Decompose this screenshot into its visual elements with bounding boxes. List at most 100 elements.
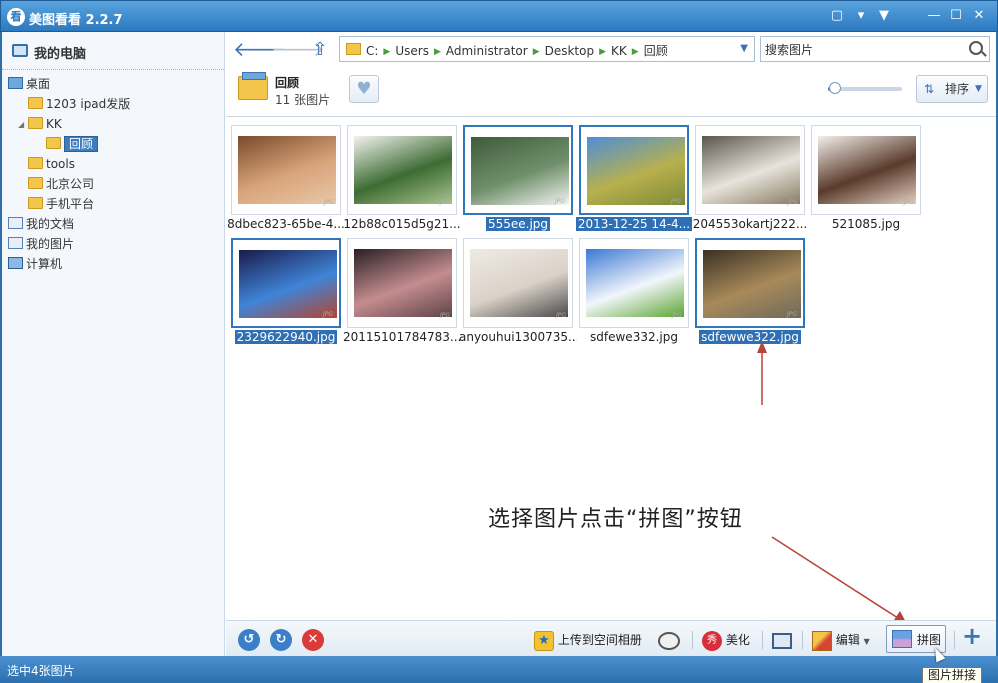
thumbnail-label[interactable]: sdfewwe322.jpg: [691, 330, 809, 344]
thumbnail-label[interactable]: 204553okartj222...: [691, 217, 809, 231]
thumbnail-label[interactable]: 555ee.jpg: [459, 217, 577, 231]
thumbnail-item[interactable]: JPG sdfewwe322.jpg: [695, 238, 805, 348]
beautify-label: 美化: [725, 633, 750, 647]
thumbnail-frame[interactable]: JPG: [695, 238, 805, 328]
slideshow-button[interactable]: [772, 628, 792, 652]
breadcrumb-item[interactable]: Administrator: [446, 44, 528, 58]
expander-icon[interactable]: ◢: [18, 120, 24, 129]
breadcrumb-item[interactable]: 回顾: [644, 42, 668, 59]
thumbnail-item[interactable]: JPG 2013-12-25 14-4...: [575, 125, 693, 235]
thumbnail-label[interactable]: 521085.jpg: [807, 217, 925, 231]
thumbnail-frame[interactable]: JPG: [231, 125, 341, 215]
breadcrumb-item[interactable]: C:: [366, 44, 378, 58]
rotate-right-button[interactable]: ↻: [270, 629, 292, 651]
thumbnail-item[interactable]: JPG 12b88c015d5g21...: [343, 125, 461, 235]
thumbnail-image: [471, 137, 569, 205]
thumbnail-label[interactable]: 2329622940.jpg: [227, 330, 345, 344]
thumbnail-frame[interactable]: JPG: [231, 238, 341, 328]
minimize-button[interactable]: —: [926, 8, 942, 24]
thumbnail-frame[interactable]: JPG: [695, 125, 805, 215]
thumbnail-label[interactable]: 20115101784783...: [343, 330, 461, 344]
sidebar-item[interactable]: tools: [28, 154, 75, 174]
sidebar-item-label: 桌面: [26, 77, 51, 91]
back-button[interactable]: 🡐: [233, 39, 287, 60]
sidebar-item[interactable]: 1203 ipad发版: [28, 94, 130, 114]
thumbnail-item[interactable]: JPG 521085.jpg: [811, 125, 921, 235]
address-bar[interactable]: C: ▶ Users ▶ Administrator ▶ Desktop ▶ KK ▶ 回顾 ▼: [339, 36, 755, 62]
thumbnail-item[interactable]: JPG 204553okartj222...: [693, 125, 807, 235]
menu-icon[interactable]: ▾: [853, 8, 869, 24]
chevron-down-icon: ▼: [975, 84, 982, 94]
zoom-slider[interactable]: [828, 82, 902, 94]
computer-icon: [12, 44, 28, 57]
search-input[interactable]: [765, 41, 960, 58]
sidebar-title: 我的电脑: [34, 47, 87, 62]
thumbnail-item[interactable]: JPG 8dbec823-65be-4...: [227, 125, 345, 235]
rotate-left-button[interactable]: ↺: [238, 629, 260, 651]
sidebar-item[interactable]: 我的文档: [8, 214, 74, 234]
breadcrumb-separator-icon[interactable]: ▶: [599, 47, 606, 57]
sidebar-item-label: 手机平台: [46, 197, 95, 211]
search-icon[interactable]: [969, 41, 983, 55]
thumbnail-image: [354, 249, 452, 317]
thumbnail-frame[interactable]: JPG: [463, 238, 573, 328]
sidebar-item[interactable]: KK: [28, 114, 62, 134]
divider: [762, 631, 763, 649]
beautify-button[interactable]: 秀 美化: [702, 628, 750, 652]
thumbnail-item[interactable]: JPG 555ee.jpg: [463, 125, 573, 235]
up-folder-button[interactable]: ⇧: [309, 39, 331, 61]
thumbnail-label[interactable]: 8dbec823-65be-4...: [227, 217, 345, 231]
sidebar-item[interactable]: 北京公司: [28, 174, 94, 194]
breadcrumb-item[interactable]: Desktop: [545, 44, 595, 58]
folder-icon: [28, 97, 43, 109]
breadcrumb-item[interactable]: Users: [395, 44, 429, 58]
thumbnail-label[interactable]: 12b88c015d5g21...: [343, 217, 461, 231]
sidebar-item[interactable]: 我的图片: [8, 234, 74, 254]
weibo-button[interactable]: [658, 628, 680, 652]
thumbnail-frame[interactable]: JPG: [463, 125, 573, 215]
delete-button[interactable]: ✕: [302, 629, 324, 651]
sidebar-item[interactable]: 桌面: [8, 74, 50, 94]
skin-icon[interactable]: ▼: [876, 8, 892, 24]
breadcrumb-separator-icon[interactable]: ▶: [434, 47, 441, 57]
breadcrumb-separator-icon[interactable]: ▶: [383, 47, 390, 57]
breadcrumb-separator-icon[interactable]: ▶: [632, 47, 639, 57]
sort-button[interactable]: ⇅ 排序 ▼: [916, 75, 988, 103]
thumbnail-frame[interactable]: JPG: [347, 125, 457, 215]
thumbnail-label[interactable]: 2013-12-25 14-4...: [575, 217, 693, 231]
zoom-slider-thumb[interactable]: [829, 82, 842, 94]
thumbnail-frame[interactable]: JPG: [811, 125, 921, 215]
thumbnail-item[interactable]: JPG 20115101784783...: [343, 238, 461, 348]
forward-button[interactable]: 🡒: [271, 39, 325, 60]
thumbnail-label[interactable]: anyouhui1300735...: [459, 330, 577, 344]
breadcrumb-separator-icon[interactable]: ▶: [533, 47, 540, 57]
thumbnail-frame[interactable]: JPG: [347, 238, 457, 328]
sidebar-item[interactable]: 计算机: [8, 254, 62, 274]
sidebar-item-label: 回顾: [64, 136, 99, 152]
divider: [802, 631, 803, 649]
thumbnail-item[interactable]: JPG 2329622940.jpg: [231, 238, 341, 348]
maximize-button[interactable]: ☐: [948, 8, 964, 24]
sidebar-item[interactable]: 回顾: [46, 134, 99, 154]
thumbnail-frame[interactable]: JPG: [579, 238, 689, 328]
jpg-badge: JPG: [903, 199, 914, 206]
chat-icon[interactable]: ▢: [829, 8, 845, 24]
favorite-button[interactable]: ♥: [349, 75, 379, 103]
thumbnail-item[interactable]: JPG anyouhui1300735...: [459, 238, 577, 348]
add-button[interactable]: +: [962, 624, 982, 648]
desktop-icon: [8, 77, 23, 89]
thumbnail-item[interactable]: JPG sdfewe332.jpg: [579, 238, 689, 348]
sidebar-item[interactable]: 手机平台: [28, 194, 94, 214]
upload-button[interactable]: ★ 上传到空间相册: [534, 628, 642, 652]
search-box[interactable]: [760, 36, 990, 62]
edit-button[interactable]: 编辑 ▼: [812, 628, 870, 652]
chevron-down-icon: ▼: [863, 637, 870, 646]
breadcrumb-item[interactable]: KK: [611, 44, 627, 58]
thumbnail-image: [470, 249, 568, 317]
thumbnail-label[interactable]: sdfewe332.jpg: [575, 330, 693, 344]
thumbnail-filename: 20115101784783...: [343, 330, 461, 344]
jpg-badge: JPG: [786, 311, 797, 318]
chevron-down-icon[interactable]: ▼: [740, 43, 748, 54]
thumbnail-frame[interactable]: JPG: [579, 125, 689, 215]
close-button[interactable]: ✕: [971, 8, 987, 24]
